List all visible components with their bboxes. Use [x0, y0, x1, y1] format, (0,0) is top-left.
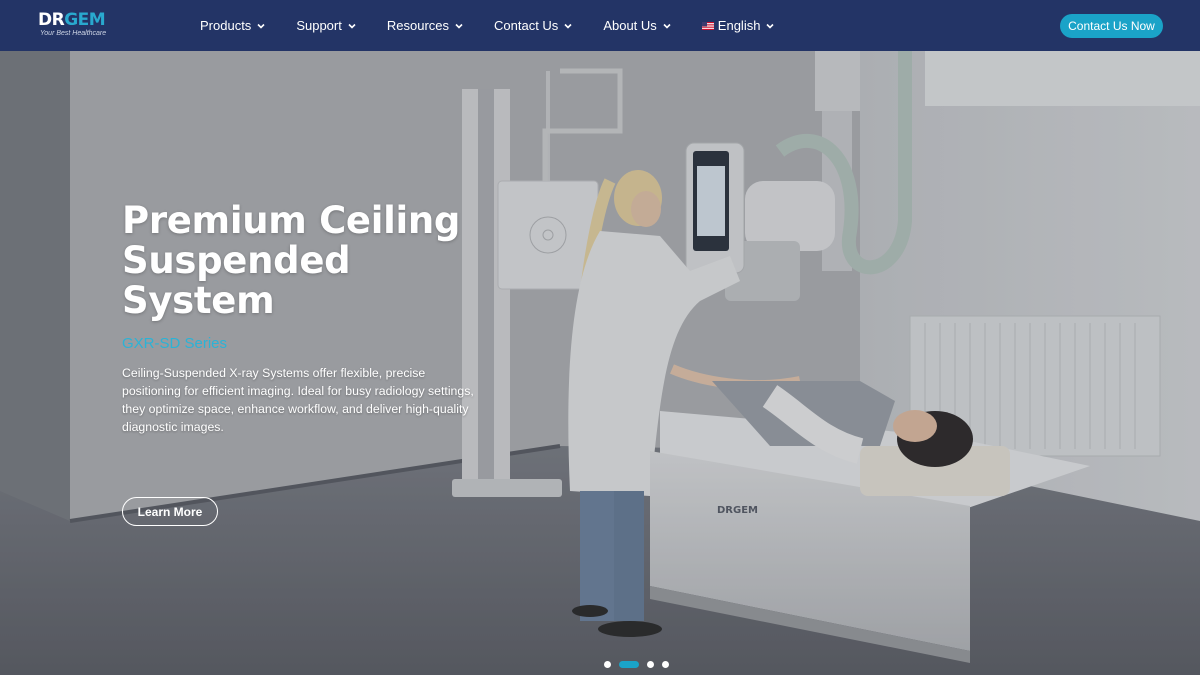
logo-gem: GEM	[64, 10, 106, 30]
nav-item-products[interactable]: Products	[200, 18, 266, 33]
logo-tagline: Your Best Healthcare	[40, 30, 107, 37]
nav-item-support[interactable]: Support	[296, 18, 357, 33]
hero-title: Premium Ceiling Suspended System	[122, 201, 492, 321]
nav-label: About Us	[603, 18, 657, 33]
language-label: English	[717, 18, 761, 33]
nav-label: Contact Us	[494, 18, 559, 33]
drgem-logo[interactable]: DRGEM Your Best Healthcare	[38, 12, 118, 40]
slider-dot-active[interactable]	[619, 661, 639, 668]
slider-dot[interactable]	[662, 661, 669, 668]
logo-wordmark: DRGEM	[38, 12, 118, 29]
language-selector[interactable]: English	[701, 18, 776, 33]
contact-us-now-button[interactable]: Contact Us Now	[1060, 14, 1163, 38]
hero-title-line: Suspended	[122, 239, 351, 282]
hero-text-block: Premium Ceiling Suspended System GXR-SD …	[122, 201, 492, 436]
slider-pagination	[604, 661, 677, 668]
learn-more-button[interactable]: Learn More	[122, 497, 218, 526]
hero-description: Ceiling-Suspended X-ray Systems offer fl…	[122, 366, 474, 434]
hero-title-line: System	[122, 279, 275, 322]
chevron-down-icon	[766, 23, 775, 29]
nav-item-contact-us[interactable]: Contact Us	[494, 18, 573, 33]
nav-label: Support	[296, 18, 342, 33]
hero-slider: DRGEM Premium Ceiling Suspended System G…	[0, 51, 1200, 675]
chevron-down-icon	[564, 23, 572, 29]
nav-label: Resources	[386, 18, 449, 33]
slider-dot[interactable]	[647, 661, 654, 668]
hero-title-line: Premium Ceiling	[122, 199, 461, 242]
chevron-down-icon	[348, 23, 356, 29]
chevron-down-icon	[663, 23, 671, 29]
logo-dr: DR	[38, 10, 65, 30]
chevron-down-icon	[257, 23, 265, 29]
nav-item-about-us[interactable]: About Us	[603, 18, 671, 33]
hero-series-label: GXR-SD Series	[122, 335, 228, 352]
nav-item-resources[interactable]: Resources	[387, 18, 464, 33]
top-navigation-bar: DRGEM Your Best Healthcare Products Supp…	[0, 0, 1200, 51]
main-nav: Products Support Resources Contact Us Ab…	[200, 0, 805, 51]
nav-label: Products	[200, 18, 252, 33]
chevron-down-icon	[455, 23, 463, 29]
us-flag-icon	[701, 21, 714, 30]
slider-dot[interactable]	[604, 661, 611, 668]
